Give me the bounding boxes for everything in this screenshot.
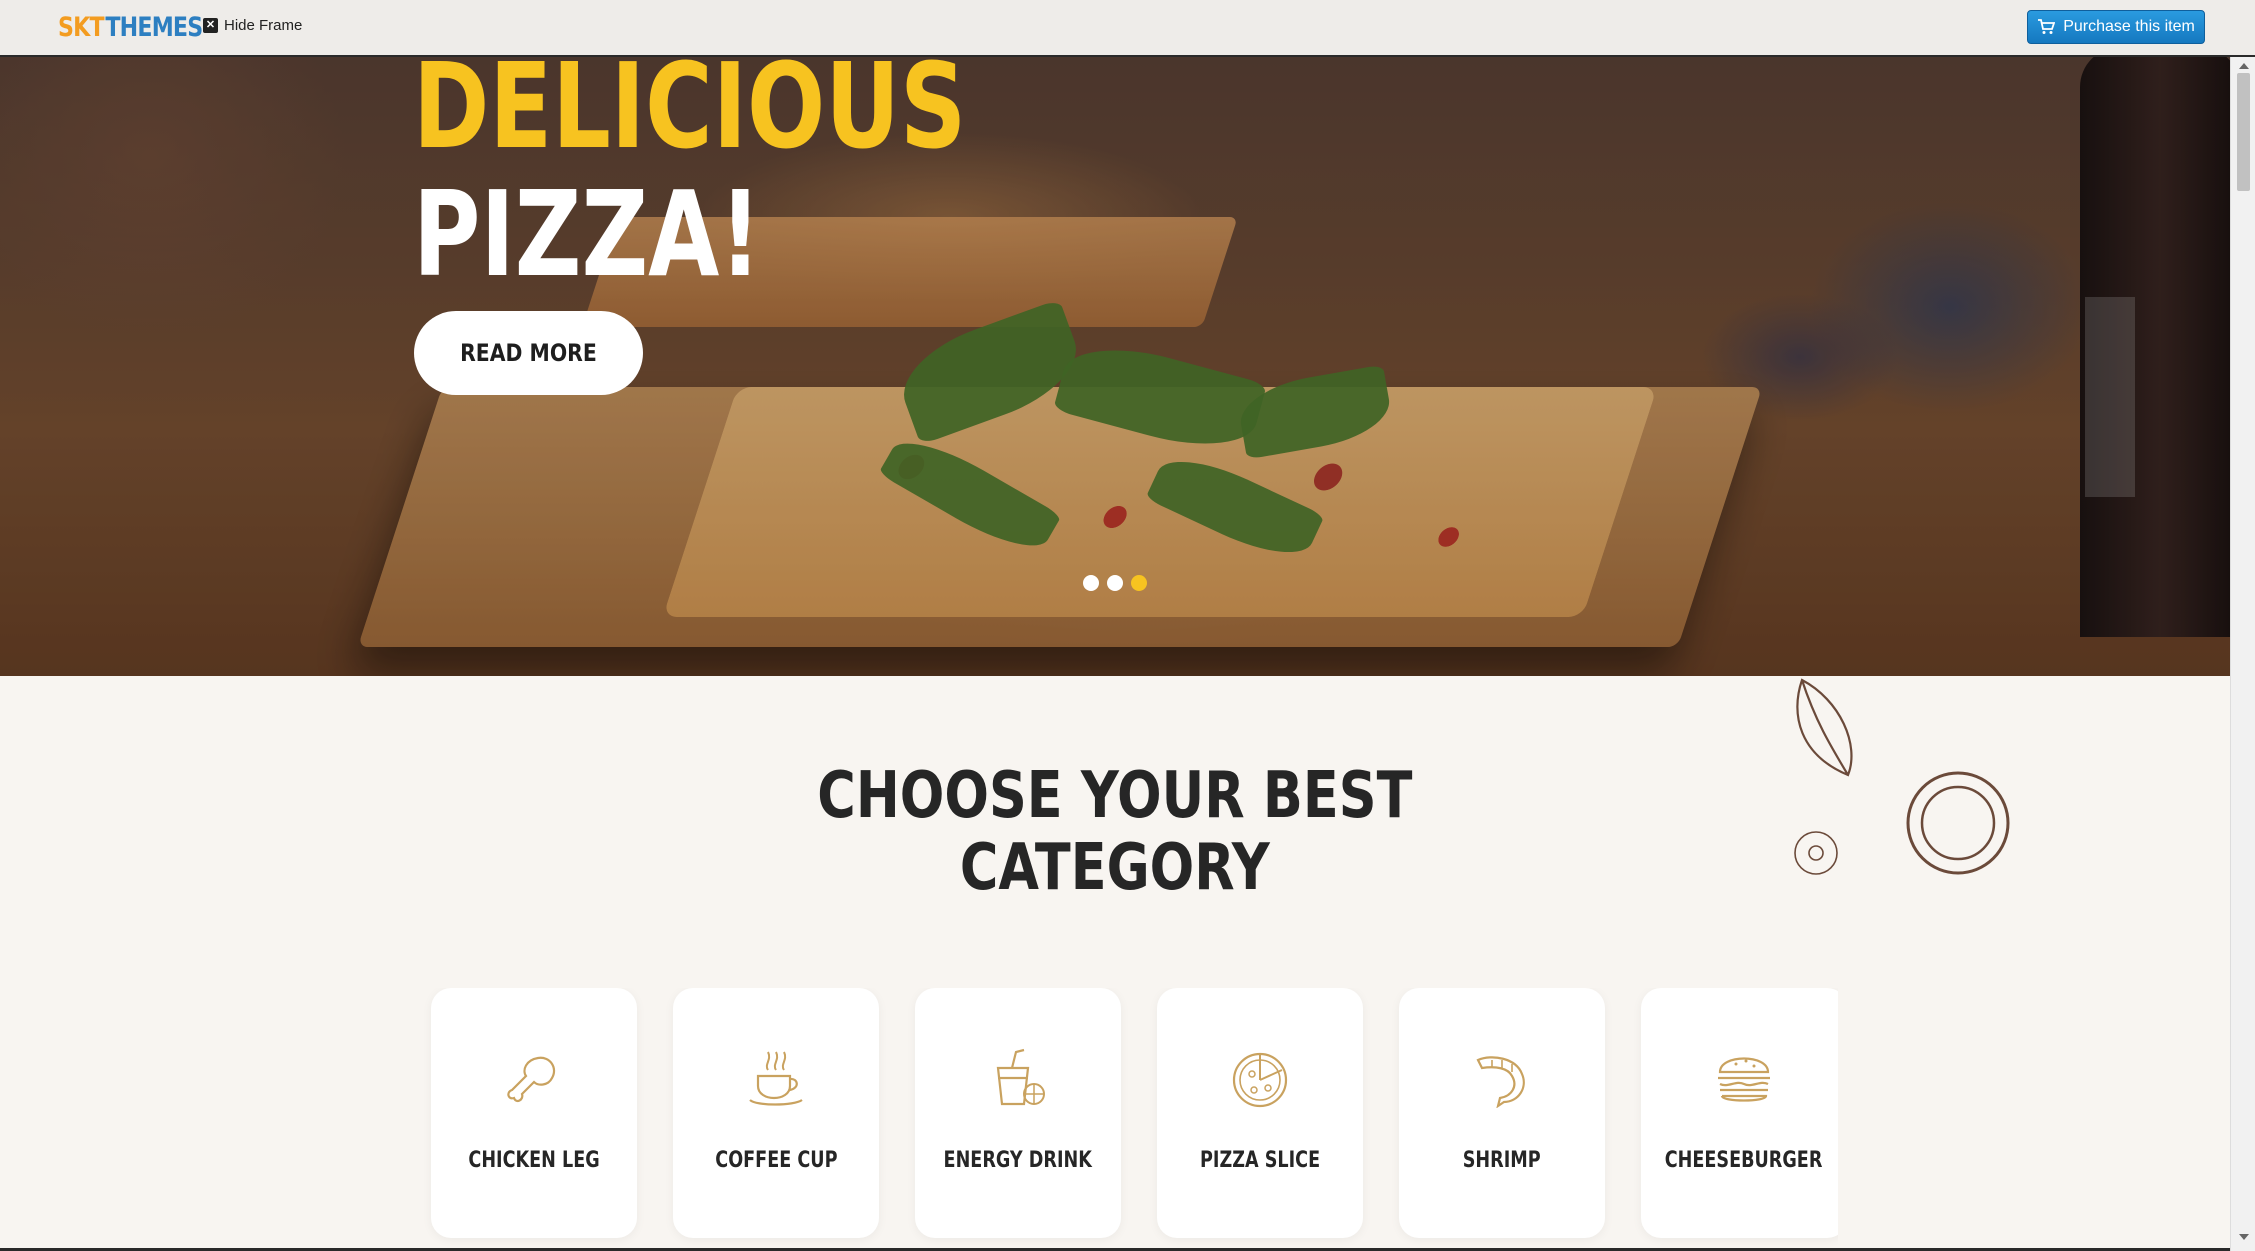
hero-title-line1: DELICIOUS bbox=[413, 57, 967, 175]
category-label: ENERGY DRINK bbox=[943, 1148, 1093, 1173]
category-label: CHEESEBURGER bbox=[1665, 1148, 1823, 1173]
category-label: CHICKEN LEG bbox=[468, 1148, 600, 1173]
scroll-down-arrow-icon[interactable] bbox=[2239, 1234, 2249, 1240]
section-title: CHOOSE YOUR BEST CATEGORY bbox=[817, 759, 1413, 905]
category-card-cheeseburger[interactable]: CHEESEBURGER bbox=[1641, 988, 1838, 1238]
cart-icon bbox=[2038, 19, 2056, 34]
read-more-label: READ MORE bbox=[460, 339, 597, 367]
leaf-icon bbox=[1796, 678, 1853, 777]
purchase-label: Purchase this item bbox=[2063, 18, 2195, 35]
close-icon: ✕ bbox=[203, 18, 218, 33]
category-label: PIZZA SLICE bbox=[1199, 1148, 1321, 1173]
hero-title-line2: PIZZA! bbox=[413, 165, 762, 303]
decorative-food-icons bbox=[1794, 678, 2010, 875]
category-card-chicken-leg[interactable]: CHICKEN LEG bbox=[431, 988, 637, 1238]
slider-dot-1[interactable] bbox=[1083, 575, 1099, 591]
chicken-leg-icon bbox=[507, 1056, 556, 1103]
category-label: COFFEE CUP bbox=[714, 1148, 838, 1173]
category-card-energy-drink[interactable]: ENERGY DRINK bbox=[915, 988, 1121, 1238]
scroll-thumb[interactable] bbox=[2237, 73, 2250, 191]
hide-frame-button[interactable]: ✕ Hide Frame bbox=[203, 17, 302, 34]
scroll-up-arrow-icon[interactable] bbox=[2239, 63, 2249, 69]
category-label: SHRIMP bbox=[1463, 1148, 1541, 1173]
energy-drink-icon bbox=[996, 1048, 1045, 1106]
hero-title: DELICIOUS PIZZA! bbox=[413, 57, 966, 293]
slider-dot-2[interactable] bbox=[1107, 575, 1123, 591]
hero-slider: DELICIOUS PIZZA! READ MORE bbox=[0, 57, 2230, 676]
shrimp-icon bbox=[1476, 1056, 1525, 1108]
purchase-button[interactable]: Purchase this item bbox=[2027, 10, 2205, 44]
hide-frame-label: Hide Frame bbox=[224, 17, 303, 34]
slider-pagination bbox=[1083, 575, 1147, 591]
pizza-slice-icon bbox=[1232, 1052, 1288, 1108]
lemon-slice-icon bbox=[1794, 831, 1838, 875]
category-card-shrimp[interactable]: SHRIMP bbox=[1399, 988, 1605, 1238]
category-card-coffee-cup[interactable]: COFFEE CUP bbox=[673, 988, 879, 1238]
cheeseburger-icon bbox=[1718, 1057, 1770, 1102]
slider-dot-3[interactable] bbox=[1131, 575, 1147, 591]
read-more-button[interactable]: READ MORE bbox=[414, 311, 643, 395]
page-scrollbar[interactable] bbox=[2230, 57, 2255, 1251]
category-card-pizza-slice[interactable]: PIZZA SLICE bbox=[1157, 988, 1363, 1238]
skt-themes-logo[interactable]: SKT THEMES bbox=[58, 12, 203, 43]
coffee-cup-icon bbox=[749, 1051, 803, 1106]
preview-frame-bar: SKT THEMES ✕ Hide Frame Purchase this ite… bbox=[0, 0, 2255, 57]
category-carousel: CHICKEN LEG COFFEE CUP ENERGY DRINK PIZZ… bbox=[395, 988, 1838, 1251]
